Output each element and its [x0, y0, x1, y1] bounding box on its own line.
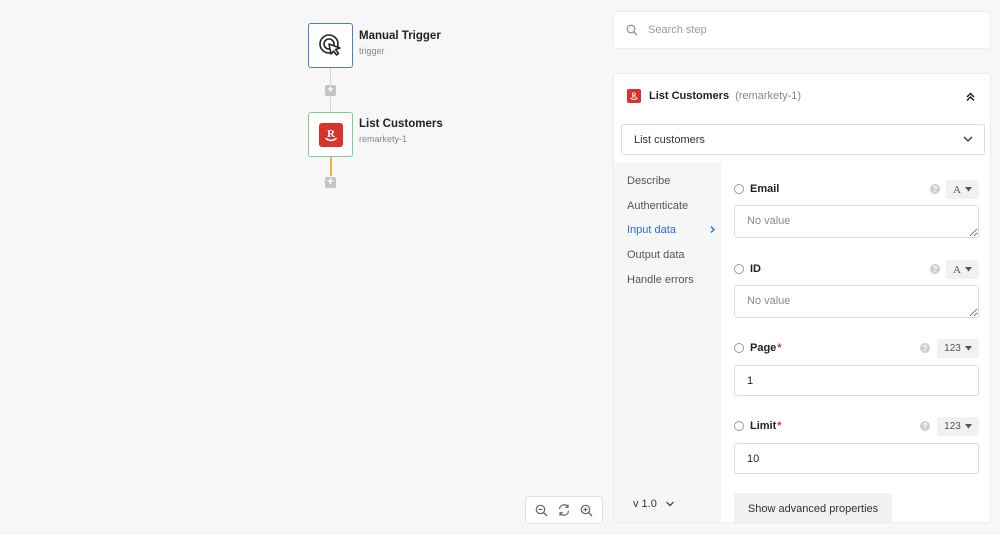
- chevron-double-up-icon: [965, 91, 975, 101]
- nav-item-label: Input data: [627, 224, 676, 236]
- help-icon[interactable]: ?: [930, 184, 940, 194]
- search-icon: [626, 24, 638, 36]
- version-label: v 1.0: [633, 498, 657, 510]
- caret-down-icon: [964, 346, 972, 351]
- step-title: List Customers: [359, 118, 443, 130]
- zoom-out-icon[interactable]: [533, 502, 549, 518]
- reset-icon[interactable]: [556, 502, 572, 518]
- nav-item-output-data[interactable]: Output data: [627, 249, 717, 261]
- help-icon[interactable]: ?: [920, 421, 930, 431]
- remarkety-logo: R: [627, 89, 641, 103]
- nav-item-authenticate[interactable]: Authenticate: [627, 200, 717, 212]
- show-advanced-properties-button[interactable]: Show advanced properties: [734, 493, 892, 522]
- caret-down-icon: [964, 424, 972, 429]
- step-config-panel: R List Customers (remarkety-1) List cust…: [613, 73, 991, 523]
- chevron-down-icon: [665, 501, 674, 507]
- field-toggle-radio[interactable]: [734, 184, 744, 194]
- type-select-button[interactable]: 123: [937, 417, 979, 436]
- action-select-value: List customers: [634, 133, 705, 146]
- connector-line: [330, 68, 331, 84]
- input-data-form: Email ? A ID ? A Page* ? 123: [721, 162, 990, 522]
- version-select[interactable]: v 1.0: [633, 498, 675, 510]
- field-label-email: Email: [734, 183, 779, 195]
- limit-field[interactable]: [734, 443, 979, 474]
- field-label-limit: Limit *: [734, 420, 782, 432]
- action-select[interactable]: List customers: [621, 124, 985, 155]
- connector-line: [330, 97, 331, 112]
- remarkety-logo-mark: R: [324, 128, 337, 141]
- plus-icon: +: [327, 84, 334, 96]
- panel-header: R List Customers (remarkety-1): [614, 74, 990, 118]
- field-toggle-radio[interactable]: [734, 421, 744, 431]
- connector-line-active: [330, 157, 332, 176]
- nav-item-handle-errors[interactable]: Handle errors: [627, 274, 717, 286]
- search-step-input[interactable]: [648, 24, 948, 36]
- chevron-down-icon: [963, 136, 973, 142]
- field-label-id: ID: [734, 263, 761, 275]
- type-select-button[interactable]: A: [946, 260, 979, 279]
- field-toggle-radio[interactable]: [734, 264, 744, 274]
- step-subtitle: remarkety-1: [359, 134, 408, 144]
- zoom-in-icon[interactable]: [579, 502, 595, 518]
- add-step-button[interactable]: +: [325, 177, 336, 188]
- cursor-click-icon: [318, 33, 341, 56]
- field-toggle-radio[interactable]: [734, 343, 744, 353]
- panel-subtitle: (remarkety-1): [735, 90, 802, 102]
- help-icon[interactable]: ?: [930, 264, 940, 274]
- type-select-button[interactable]: 123: [937, 339, 979, 358]
- trigger-node[interactable]: [308, 23, 353, 68]
- id-field[interactable]: [734, 285, 979, 318]
- page-field[interactable]: [734, 365, 979, 396]
- panel-title: List Customers: [649, 90, 730, 102]
- caret-down-icon: [964, 267, 972, 272]
- search-step-bar: [613, 11, 991, 49]
- add-step-button[interactable]: +: [325, 85, 336, 96]
- workflow-canvas[interactable]: Manual Trigger trigger + R List Customer…: [0, 0, 612, 535]
- trigger-subtitle: trigger: [359, 46, 385, 56]
- nav-item-describe[interactable]: Describe: [627, 175, 717, 187]
- trigger-title: Manual Trigger: [359, 30, 441, 42]
- step-node-list-customers[interactable]: R: [308, 112, 353, 157]
- remarkety-logo: R: [318, 122, 343, 147]
- collapse-panel-button[interactable]: [962, 88, 978, 104]
- field-label-page: Page *: [734, 342, 782, 354]
- zoom-controls: [525, 496, 603, 524]
- logo-letter: R: [327, 128, 336, 140]
- help-icon[interactable]: ?: [920, 343, 930, 353]
- chevron-right-icon: [710, 226, 715, 233]
- type-select-button[interactable]: A: [946, 180, 979, 199]
- plus-icon: +: [327, 176, 334, 188]
- step-section-nav: Describe Authenticate Input data Output …: [614, 162, 721, 522]
- email-field[interactable]: [734, 205, 979, 238]
- caret-down-icon: [964, 187, 972, 192]
- nav-item-input-data[interactable]: Input data: [627, 224, 717, 236]
